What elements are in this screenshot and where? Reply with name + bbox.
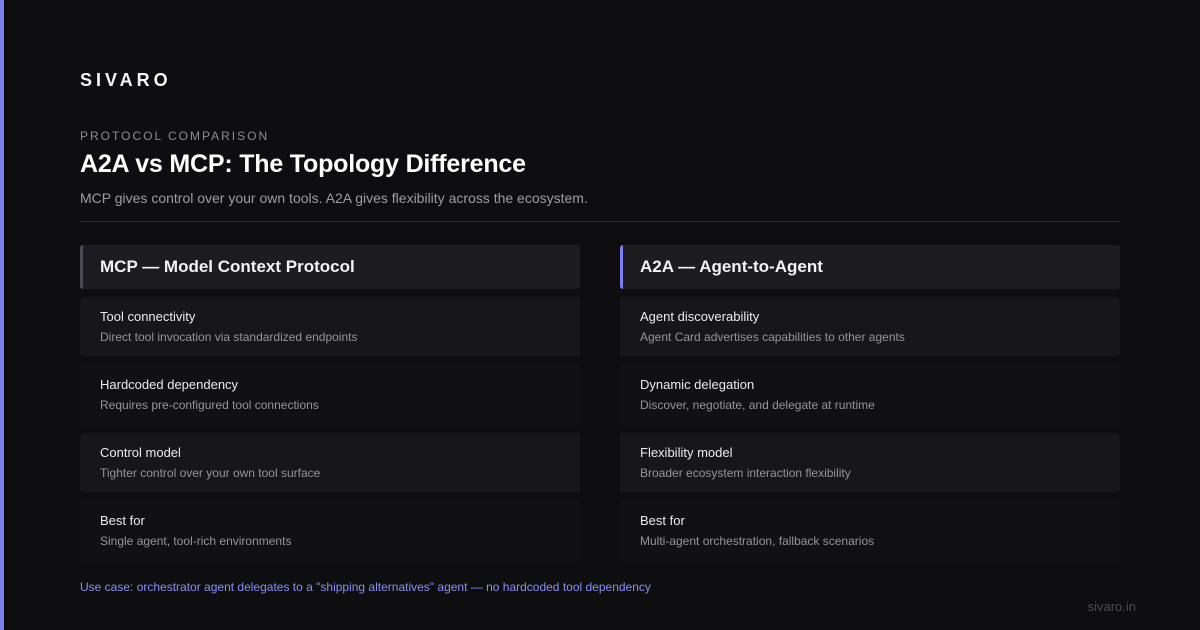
a2a-row-agent-discoverability: Agent discoverability Agent Card adverti…	[620, 297, 1120, 357]
row-title: Tool connectivity	[100, 309, 196, 324]
row-description: Agent Card advertises capabilities to ot…	[640, 330, 905, 344]
accent-bar	[0, 0, 4, 630]
a2a-row-best-for: Best for Multi-agent orchestration, fall…	[620, 501, 1120, 561]
row-title: Control model	[100, 445, 181, 460]
row-description: Direct tool invocation via standardized …	[100, 330, 358, 344]
divider	[80, 221, 1120, 222]
row-title: Hardcoded dependency	[100, 377, 239, 392]
mcp-row-hardcoded-dependency: Hardcoded dependency Requires pre-config…	[80, 365, 580, 425]
brand-logo: SIVARO	[80, 70, 172, 90]
row-description: Multi-agent orchestration, fallback scen…	[640, 534, 875, 548]
mcp-row-tool-connectivity: Tool connectivity Direct tool invocation…	[80, 297, 580, 357]
site-url: sivaro.in	[1087, 599, 1136, 614]
a2a-row-dynamic-delegation: Dynamic delegation Discover, negotiate, …	[620, 365, 1120, 425]
row-description: Broader ecosystem interaction flexibilit…	[640, 466, 851, 480]
row-title: Agent discoverability	[640, 309, 760, 324]
use-case-footnote: Use case: orchestrator agent delegates t…	[80, 580, 651, 594]
row-title: Best for	[640, 513, 685, 528]
row-description: Requires pre-configured tool connections	[100, 398, 319, 412]
row-title: Best for	[100, 513, 145, 528]
row-title: Flexibility model	[640, 445, 733, 460]
mcp-row-best-for: Best for Single agent, tool-rich environ…	[80, 501, 580, 561]
row-title: Dynamic delegation	[640, 377, 755, 392]
mcp-row-control-model: Control model Tighter control over your …	[80, 433, 580, 493]
page-title: A2A vs MCP: The Topology Difference	[80, 150, 526, 178]
row-description: Tighter control over your own tool surfa…	[100, 466, 321, 480]
mcp-header: MCP — Model Context Protocol	[80, 245, 580, 289]
eyebrow-label: PROTOCOL COMPARISON	[80, 129, 270, 143]
a2a-column: A2A — Agent-to-Agent Agent discoverabili…	[620, 245, 1120, 561]
mcp-column: MCP — Model Context Protocol Tool connec…	[80, 245, 580, 561]
a2a-row-flexibility-model: Flexibility model Broader ecosystem inte…	[620, 433, 1120, 493]
a2a-header: A2A — Agent-to-Agent	[620, 245, 1120, 289]
row-description: Single agent, tool-rich environments	[100, 534, 292, 548]
row-description: Discover, negotiate, and delegate at run…	[640, 398, 875, 412]
page-subtitle: MCP gives control over your own tools. A…	[80, 190, 588, 206]
